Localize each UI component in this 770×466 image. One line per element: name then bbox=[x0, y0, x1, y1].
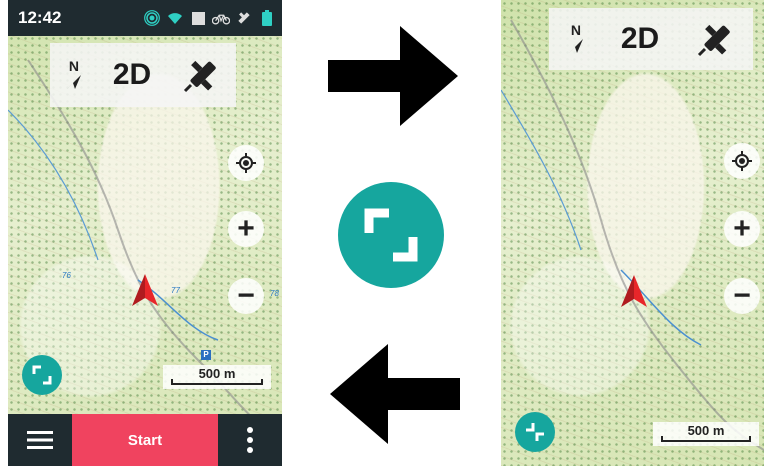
bottom-bar: Start bbox=[8, 414, 282, 466]
contour-label: 77 bbox=[171, 286, 180, 295]
arrow-left-icon bbox=[330, 344, 460, 444]
parking-sign: P bbox=[201, 350, 211, 360]
view-mode-toggle[interactable]: 2D bbox=[113, 58, 151, 92]
contour-label: 78 bbox=[270, 289, 279, 298]
bicycle-icon bbox=[212, 9, 230, 27]
exit-fullscreen-button[interactable] bbox=[515, 412, 555, 452]
satellite-dish-icon[interactable] bbox=[695, 19, 735, 59]
locate-icon bbox=[732, 151, 752, 171]
right-phone-screen: N 2D + − 500 m bbox=[501, 0, 764, 466]
hamburger-menu-icon bbox=[27, 431, 53, 449]
zoom-out-button[interactable]: − bbox=[724, 278, 760, 314]
locate-icon bbox=[236, 153, 256, 173]
arrow-right-icon bbox=[328, 26, 458, 126]
stop-square-icon bbox=[189, 9, 207, 27]
map-mode-bar: N 2D bbox=[549, 8, 753, 70]
locate-button[interactable] bbox=[228, 145, 264, 181]
wifi-icon bbox=[166, 9, 184, 27]
north-label: N bbox=[68, 57, 79, 74]
expand-icon bbox=[32, 365, 52, 385]
status-time: 12:42 bbox=[18, 8, 62, 27]
left-phone-screen: 76 77 78 P 12:42 N 2D + − 500 m Start bbox=[8, 0, 282, 466]
north-label: N bbox=[570, 21, 581, 38]
status-bar: 12:42 bbox=[8, 0, 282, 36]
zoom-out-button[interactable]: − bbox=[228, 278, 264, 314]
battery-icon bbox=[258, 9, 276, 27]
locate-button[interactable] bbox=[724, 143, 760, 179]
satellite-dish-icon[interactable] bbox=[181, 55, 221, 95]
north-toggle[interactable]: N bbox=[567, 21, 585, 55]
start-button[interactable]: Start bbox=[72, 414, 218, 466]
contour-label: 76 bbox=[62, 271, 71, 280]
map-scale: 500 m bbox=[163, 365, 271, 389]
more-options-button[interactable] bbox=[218, 414, 282, 466]
menu-button[interactable] bbox=[8, 414, 72, 466]
map-scale: 500 m bbox=[653, 422, 759, 446]
view-mode-toggle[interactable]: 2D bbox=[621, 22, 659, 56]
satellite-icon bbox=[235, 9, 253, 27]
zoom-in-button[interactable]: + bbox=[724, 211, 760, 247]
position-cursor-icon bbox=[621, 275, 647, 307]
fullscreen-toggle-illustration bbox=[338, 182, 444, 288]
more-vertical-icon bbox=[247, 427, 253, 453]
collapse-icon bbox=[526, 423, 544, 441]
position-cursor-icon bbox=[132, 274, 158, 306]
zoom-in-button[interactable]: + bbox=[228, 211, 264, 247]
fullscreen-button[interactable] bbox=[22, 355, 62, 395]
north-arrow-icon bbox=[66, 74, 81, 89]
map-mode-bar: N 2D bbox=[50, 43, 236, 107]
north-arrow-icon bbox=[568, 38, 583, 53]
north-toggle[interactable]: N bbox=[65, 57, 83, 91]
gps-signal-icon bbox=[143, 9, 161, 27]
expand-icon bbox=[364, 208, 418, 262]
